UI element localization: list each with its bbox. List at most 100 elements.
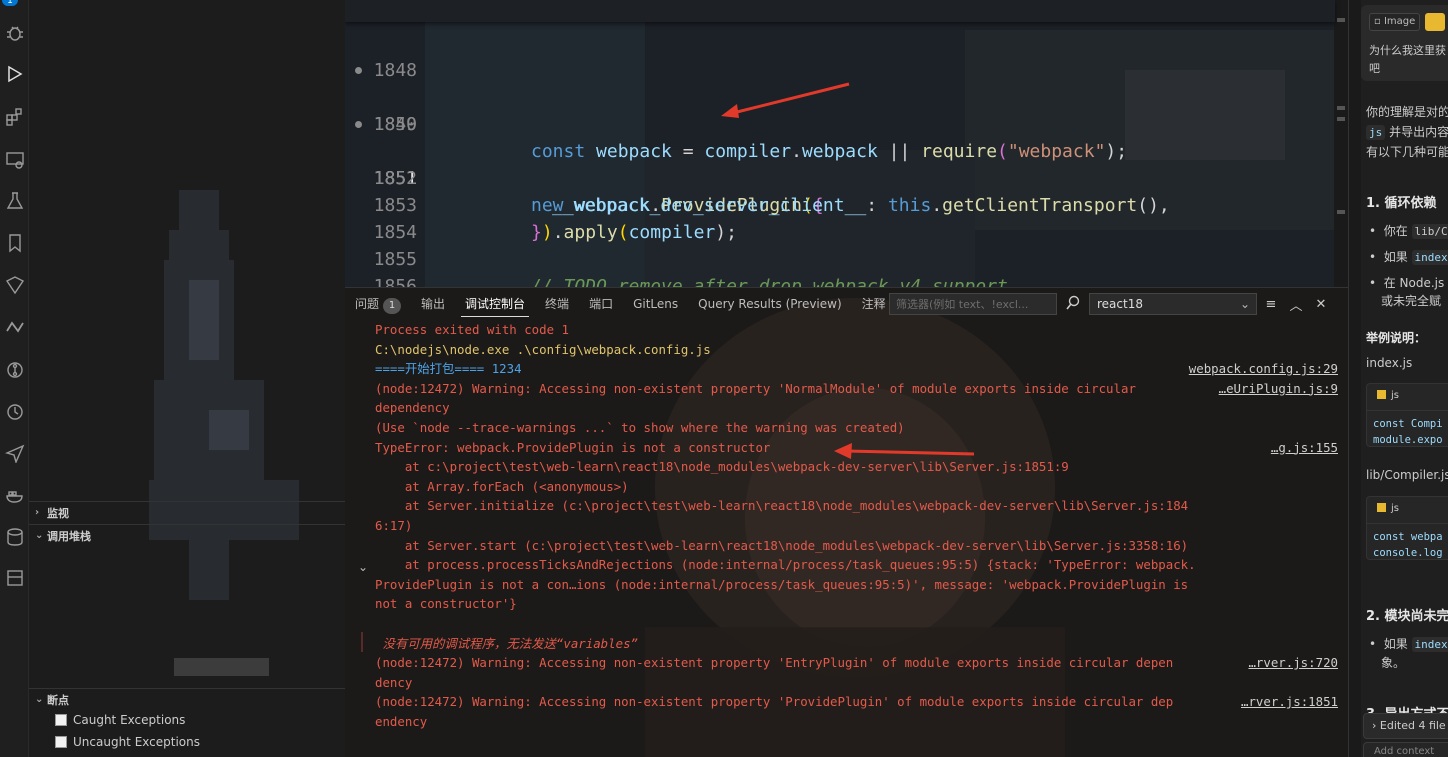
callstack-section-header[interactable]: ⌄ 调用堆栈	[29, 524, 345, 546]
bottom-panel: 问题 1 输出 调试控制台 终端 端口 GitLens Query Results…	[345, 287, 1348, 757]
group-indicator	[361, 632, 363, 652]
console-line: (node:12472) Warning: Accessing non-exis…	[375, 380, 1136, 396]
user-message-line: 吧	[1369, 62, 1380, 75]
reply-text: 象。	[1381, 656, 1406, 670]
breakpoint-uncaught-exceptions[interactable]: Uncaught Exceptions	[55, 735, 200, 749]
file-name: lib/Compiler.js	[1366, 468, 1448, 482]
file-attachment-icon[interactable]	[1425, 13, 1445, 31]
docker-icon[interactable]	[0, 481, 29, 511]
git-graph-icon[interactable]	[0, 312, 29, 342]
tab-output[interactable]: 输出	[411, 288, 455, 320]
reply-bullet: • 在 Node.js	[1369, 276, 1445, 290]
code-line: 1852 __webpack_dev_server_client__: this…	[345, 138, 1335, 216]
tab-terminal[interactable]: 终端	[535, 288, 579, 320]
code-line: 1856 compiler.options.plugins = compiler…	[345, 246, 1335, 287]
file-name: index.js	[1366, 356, 1413, 370]
chevron-down-icon: ⌄	[35, 530, 44, 541]
chevron-down-icon: ⌄	[1239, 297, 1250, 311]
code-line: 1854	[345, 192, 1335, 243]
tab-ports[interactable]: 端口	[579, 288, 623, 320]
code-block-line: module.expo	[1373, 434, 1443, 446]
code-comment: // TODO remove after drop webpack v4 sup…	[531, 276, 1008, 287]
image-attachment-chip[interactable]: ▫ Image	[1369, 13, 1421, 31]
maximize-panel-icon[interactable]: ︿	[1286, 294, 1306, 314]
console-source-link[interactable]: …rver.js:1851	[1241, 692, 1338, 712]
layout-icon[interactable]	[0, 563, 29, 593]
console-line: (node:12472) Warning: Accessing non-exis…	[375, 655, 1174, 671]
edited-files-bar[interactable]: › Edited 4 file	[1363, 713, 1448, 739]
gitlens-icon[interactable]	[0, 270, 29, 300]
sticky-scroll-line[interactable]: 1846 compilers.forEach((compiler) => {	[345, 0, 1335, 22]
console-filter-input[interactable]	[889, 293, 1057, 315]
reply-heading: 举例说明：	[1366, 331, 1427, 345]
watch-section-header[interactable]: › 监视	[29, 501, 345, 523]
console-line: dency	[375, 674, 413, 690]
code-block-line: console.log	[1373, 547, 1443, 559]
tab-problems[interactable]: 问题 1	[345, 288, 411, 320]
console-line: 6:17)	[375, 518, 413, 533]
code-line: 1848	[345, 30, 1335, 81]
editor-scrollbar[interactable]	[1334, 0, 1348, 287]
callstack-label: 调用堆栈	[47, 529, 91, 543]
reply-text: 你的理解是对的	[1366, 105, 1448, 119]
console-line: at Server.start (c:\project\test\web-lea…	[375, 537, 1189, 553]
chevron-right-icon: ›	[35, 507, 40, 518]
add-context-input[interactable]: Add context	[1363, 742, 1448, 757]
console-source-link[interactable]: webpack.config.js:29	[1189, 359, 1338, 379]
debug-session-select[interactable]: react18 ⌄	[1089, 293, 1257, 315]
console-line: (node:12472) Warning: Accessing non-exis…	[375, 694, 1174, 710]
breakpoint-hint-icon[interactable]	[355, 67, 362, 74]
chevron-down-icon[interactable]: ⌄	[358, 560, 368, 574]
run-debug-icon[interactable]	[0, 59, 29, 89]
reply-bullet: • 如果 index	[1369, 248, 1448, 265]
checkbox[interactable]	[55, 736, 67, 748]
bookmarks-icon[interactable]	[0, 228, 29, 258]
clear-console-icon[interactable]: ≡	[1261, 294, 1281, 314]
tab-query-results[interactable]: Query Results (Preview)	[688, 288, 852, 320]
tab-debug-console[interactable]: 调试控制台	[455, 288, 535, 320]
console-line: ProvidePlugin is not a con…ions (node:in…	[375, 576, 1189, 592]
code-block[interactable]: js const webpa console.log	[1366, 496, 1448, 560]
console-source-link[interactable]: …g.js:155	[1271, 438, 1338, 458]
breakpoint-label: Caught Exceptions	[73, 713, 186, 727]
console-line: at c:\project\test\web-learn\react18\nod…	[375, 459, 1069, 475]
send-icon[interactable]	[0, 438, 29, 468]
checkbox[interactable]	[55, 714, 67, 726]
session-select-value: react18	[1097, 297, 1143, 311]
remote-explorer-icon[interactable]	[0, 145, 29, 175]
search-icon[interactable]	[1065, 295, 1081, 311]
database-icon[interactable]	[0, 522, 29, 552]
reply-text: 有以下几种可能	[1366, 145, 1448, 159]
edited-files-label: Edited 4 file	[1379, 719, 1446, 732]
debug-sidebar: › 监视 ⌄ 调用堆栈 ⌄ 断点 Caught Exceptions Uncaught…	[29, 0, 345, 757]
extensions-icon[interactable]	[0, 102, 29, 132]
reply-text: 或未完全赋	[1381, 294, 1442, 308]
testing-icon[interactable]	[0, 186, 29, 216]
reply-heading: 1. 循环依赖	[1366, 196, 1437, 211]
chat-scrollbar[interactable]	[1349, 0, 1361, 757]
timeline-icon[interactable]	[0, 397, 29, 427]
code-block[interactable]: js const Compi module.expo	[1366, 383, 1448, 447]
breakpoints-section-header[interactable]: ⌄ 断点	[29, 688, 345, 710]
console-source-link[interactable]: …rver.js:720	[1248, 653, 1338, 673]
tab-gitlens[interactable]: GitLens	[623, 288, 688, 320]
user-message[interactable]: ▫ Image 为什么我这里获 吧	[1361, 5, 1448, 81]
pixel-art-background	[149, 190, 299, 676]
watch-label: 监视	[47, 506, 69, 520]
close-panel-icon[interactable]: ✕	[1311, 294, 1331, 314]
console-line: not a constructor'}	[375, 596, 517, 612]
breakpoint-hint-icon[interactable]	[355, 121, 362, 128]
debug-icon[interactable]	[0, 18, 29, 48]
console-line: (Use `node --trace-warnings ...` to show…	[375, 420, 905, 435]
console-line: Process exited with code 1	[375, 322, 569, 337]
console-source-link[interactable]: …eUriPlugin.js:9	[1219, 379, 1338, 399]
problems-count-badge: 1	[383, 298, 402, 314]
source-control-icon[interactable]	[0, 355, 29, 385]
line-number: 1856	[373, 276, 417, 287]
console-line: at Server.initialize (c:\project\test\we…	[375, 498, 1189, 514]
code-editor[interactable]: 1846 compilers.forEach((compiler) => { 1…	[345, 0, 1348, 287]
debug-console-output[interactable]: Process exited with code 1 C:\nodejs\node…	[345, 320, 1348, 757]
breakpoint-caught-exceptions[interactable]: Caught Exceptions	[55, 713, 185, 727]
reply-text: js 并导出内容	[1366, 123, 1448, 140]
code-block-line: const Compi	[1373, 418, 1443, 430]
